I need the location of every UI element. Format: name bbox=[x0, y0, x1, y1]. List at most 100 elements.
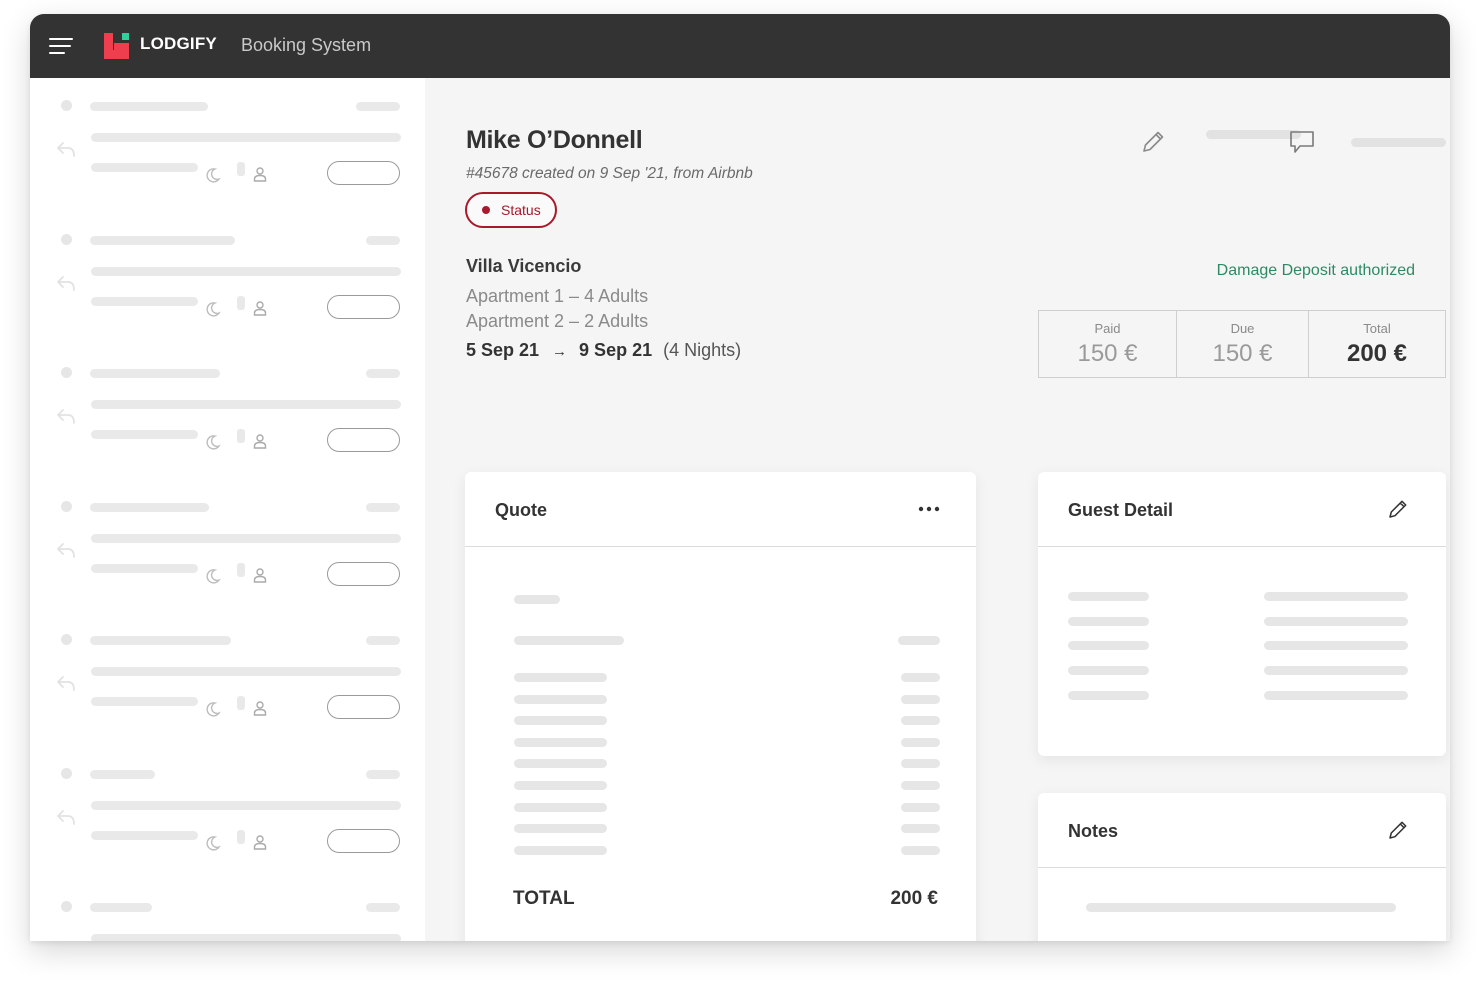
list-item-status-pill[interactable] bbox=[327, 294, 400, 319]
booking-meta: #45678 created on 9 Sep '21, from Airbnb bbox=[466, 165, 753, 182]
reply-icon bbox=[57, 809, 75, 825]
notes-title: Notes bbox=[1068, 821, 1119, 841]
person-icon bbox=[253, 300, 267, 316]
reply-icon bbox=[57, 676, 75, 691]
list-item-sub-placeholder bbox=[91, 697, 198, 706]
brand-name: LODGIFY bbox=[140, 34, 217, 53]
list-item-sub-placeholder bbox=[91, 563, 198, 573]
guest-field-label-placeholder bbox=[1068, 641, 1149, 651]
guest-name: Mike O’Donnell bbox=[466, 126, 643, 154]
list-item-status-pill[interactable] bbox=[327, 828, 400, 853]
list-item-status-pill[interactable] bbox=[327, 161, 400, 185]
booking-list-item[interactable] bbox=[30, 612, 425, 732]
person-icon bbox=[253, 167, 267, 182]
person-icon bbox=[253, 701, 267, 716]
menu-icon[interactable] bbox=[49, 38, 73, 55]
stay-dates: 5 Sep 21 → 9 Sep 21 (4 Nights) bbox=[466, 340, 741, 361]
booking-list-item[interactable] bbox=[30, 345, 425, 465]
pencil-icon[interactable] bbox=[1386, 497, 1410, 521]
list-item-title-placeholder bbox=[90, 235, 235, 245]
list-item-line-placeholder bbox=[91, 400, 401, 409]
quote-card-header: Quote bbox=[465, 472, 976, 547]
quote-card: Quote TOTAL 200 € bbox=[465, 472, 976, 941]
list-item-sub-placeholder bbox=[91, 430, 198, 439]
more-icon[interactable] bbox=[918, 505, 940, 513]
booking-list-item[interactable] bbox=[30, 212, 425, 332]
comment-icon[interactable] bbox=[1288, 128, 1316, 156]
quote-total-value: 200 € bbox=[890, 888, 938, 909]
quote-amount-placeholder bbox=[901, 802, 940, 812]
pencil-icon[interactable] bbox=[1139, 128, 1167, 156]
guest-field-value-placeholder bbox=[1264, 592, 1408, 601]
booking-detail: Mike O’Donnell #45678 created on 9 Sep '… bbox=[425, 78, 1450, 941]
quote-line-placeholder bbox=[514, 845, 607, 855]
list-item-status-pill[interactable] bbox=[327, 695, 400, 719]
quote-amount-placeholder bbox=[901, 824, 940, 834]
list-item-count-placeholder bbox=[237, 829, 245, 844]
moon-icon bbox=[206, 301, 221, 317]
list-item-line-placeholder bbox=[91, 667, 401, 676]
reply-icon bbox=[57, 275, 75, 291]
list-item-title-placeholder bbox=[90, 636, 231, 645]
list-item-status-pill[interactable] bbox=[327, 561, 400, 586]
edit-action-placeholder bbox=[1206, 130, 1301, 139]
guest-detail-title: Guest Detail bbox=[1068, 500, 1174, 520]
list-item-dot bbox=[61, 233, 72, 245]
booking-list-item[interactable] bbox=[30, 78, 425, 198]
quote-amount-placeholder bbox=[901, 759, 940, 769]
reply-icon bbox=[54, 939, 78, 941]
payment-summary: Paid 150 € Due 150 € Total 200 € bbox=[1038, 310, 1446, 378]
list-item-count-placeholder bbox=[237, 295, 245, 310]
due-amount: Due 150 € bbox=[1177, 311, 1309, 377]
booking-list-item[interactable] bbox=[30, 879, 425, 941]
quote-amount-placeholder bbox=[901, 737, 940, 747]
moon-icon bbox=[206, 702, 221, 717]
list-item-count-placeholder bbox=[237, 162, 245, 176]
paid-value: 150 € bbox=[1077, 339, 1138, 367]
quote-line-placeholder bbox=[514, 824, 607, 834]
quote-amount-placeholder bbox=[901, 781, 940, 790]
quote-amount-placeholder bbox=[901, 694, 940, 704]
list-item-date-placeholder bbox=[366, 369, 400, 378]
app-title: Booking System bbox=[241, 35, 372, 55]
guest-field-value-placeholder bbox=[1264, 690, 1408, 700]
list-item-dot bbox=[61, 767, 72, 779]
quote-section-placeholder bbox=[514, 595, 560, 604]
due-label: Due bbox=[1230, 320, 1255, 336]
person-icon bbox=[253, 834, 267, 850]
guest-detail-card: Guest Detail bbox=[1038, 472, 1446, 756]
booking-list-item[interactable] bbox=[30, 479, 425, 599]
list-item-title-placeholder bbox=[90, 369, 220, 378]
status-badge[interactable]: Status bbox=[465, 192, 557, 228]
apartment-2: Apartment 2 – 2 Adults bbox=[466, 311, 649, 331]
pencil-icon[interactable] bbox=[1386, 818, 1410, 842]
reply-icon bbox=[57, 409, 75, 424]
booking-list-sidebar bbox=[30, 78, 425, 941]
reply-icon bbox=[57, 142, 75, 157]
list-item-date-placeholder bbox=[366, 235, 400, 245]
guest-detail-header: Guest Detail bbox=[1038, 472, 1446, 547]
list-item-date-placeholder bbox=[356, 102, 400, 111]
list-item-line-placeholder bbox=[91, 533, 401, 543]
list-item-count-placeholder bbox=[237, 562, 245, 577]
lodgify-logo-icon bbox=[104, 33, 129, 59]
total-label: Total bbox=[1363, 320, 1391, 336]
list-item-sub-placeholder bbox=[91, 163, 198, 172]
list-item-status-pill[interactable] bbox=[327, 428, 400, 452]
quote-title: Quote bbox=[495, 500, 547, 520]
quote-line-placeholder bbox=[514, 673, 607, 682]
due-value: 150 € bbox=[1212, 339, 1273, 367]
list-item-dot bbox=[61, 901, 72, 912]
moon-icon bbox=[206, 835, 221, 851]
list-item-title-placeholder bbox=[90, 102, 208, 111]
moon-icon bbox=[206, 568, 221, 584]
list-item-date-placeholder bbox=[366, 636, 400, 645]
quote-total-label: TOTAL bbox=[513, 888, 575, 909]
nights-count: (4 Nights) bbox=[663, 340, 742, 360]
total-value: 200 € bbox=[1346, 339, 1408, 367]
moon-icon bbox=[206, 435, 221, 450]
reply-icon bbox=[57, 542, 75, 558]
booking-list-item[interactable] bbox=[30, 746, 425, 866]
person-icon bbox=[253, 567, 267, 583]
list-item-dot bbox=[61, 634, 72, 645]
